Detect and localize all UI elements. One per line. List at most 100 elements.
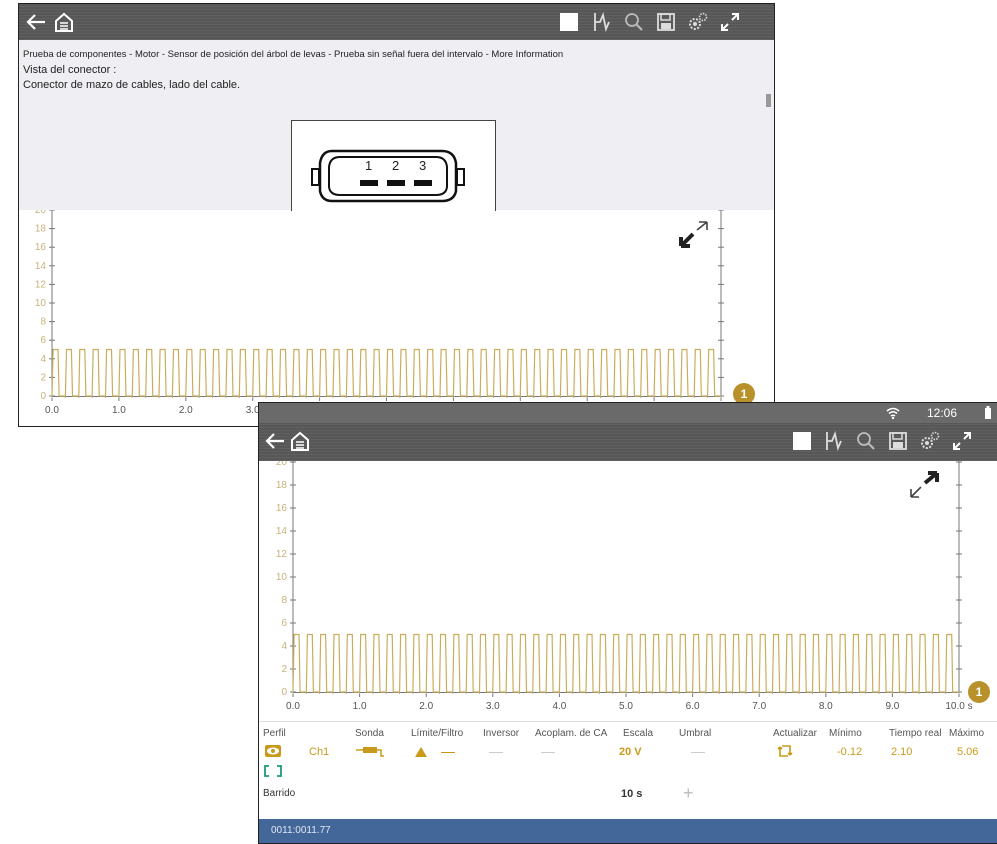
top-toolbar bbox=[19, 4, 774, 40]
header-acoplam-ca: Acoplam. de CA bbox=[535, 728, 608, 739]
wifi-icon bbox=[886, 406, 900, 423]
bottom-panel: 12:06 0 2 4 6 8 10 12 14 16 18 20 0.0 1.0 2 bbox=[258, 402, 997, 844]
expand-icon[interactable] bbox=[907, 471, 941, 506]
cursor-marker-label: 1 bbox=[740, 387, 748, 401]
bottom-x-tick-label: 6.0 bbox=[686, 701, 700, 712]
fullscreen-icon[interactable] bbox=[717, 9, 743, 35]
sweep-value[interactable]: 10 s bbox=[621, 788, 642, 800]
status-bar: 12:06 bbox=[259, 403, 997, 423]
bottom-y-tick-label: 18 bbox=[276, 480, 288, 491]
cursor-marker-label: 1 bbox=[975, 685, 983, 699]
cursor-marker[interactable]: 1 bbox=[968, 681, 990, 703]
trace-bracket-icon[interactable] bbox=[264, 764, 282, 782]
bottom-x-tick-label: 7.0 bbox=[752, 701, 766, 712]
filter-icon[interactable] bbox=[414, 745, 428, 763]
connector-view-label: Vista del conector : bbox=[23, 64, 117, 76]
bottom-y-tick-label: 20 bbox=[276, 461, 288, 468]
save-icon[interactable] bbox=[653, 9, 679, 35]
zoom-icon[interactable] bbox=[621, 9, 647, 35]
scale-value[interactable]: 20 V bbox=[619, 746, 642, 758]
refresh-icon[interactable] bbox=[777, 743, 793, 764]
footer-bar: 0011:0011.77 bbox=[259, 819, 997, 843]
pin-3-label: 3 bbox=[419, 158, 427, 173]
battery-icon bbox=[983, 406, 993, 423]
probe-icon[interactable] bbox=[355, 744, 385, 763]
connector-diagram: 1 2 3 bbox=[291, 120, 496, 211]
top-signal-trace bbox=[51, 348, 721, 397]
status-time: 12:06 bbox=[927, 406, 958, 420]
bottom-y-tick-label: 16 bbox=[276, 503, 288, 514]
realtime-value: 2.10 bbox=[891, 746, 913, 758]
ac-coupling-dash[interactable] bbox=[541, 752, 555, 753]
home-icon[interactable] bbox=[287, 428, 313, 454]
top-y-tick-label: 20 bbox=[35, 210, 47, 216]
bottom-x-tick-label: 4.0 bbox=[552, 701, 566, 712]
header-perfil: Perfil bbox=[263, 728, 286, 739]
bottom-x-tick-label: 9.0 bbox=[885, 701, 899, 712]
sweep-label: Barrido bbox=[263, 788, 296, 799]
inverter-dash[interactable] bbox=[489, 752, 503, 753]
header-sonda: Sonda bbox=[355, 728, 384, 739]
footer-text: 0011:0011.77 bbox=[271, 825, 331, 836]
bottom-toolbar bbox=[259, 423, 997, 461]
bottom-scope-chart[interactable]: 0 2 4 6 8 10 12 14 16 18 20 0.0 1.0 2.0 3.0 4.0 5.0 6.0 7.… bbox=[259, 457, 997, 721]
top-y-tick-label: 0 bbox=[40, 391, 46, 402]
top-x-tick-label: 2.0 bbox=[179, 405, 193, 416]
trigger-icon[interactable] bbox=[589, 9, 615, 35]
top-panel: Prueba de componentes - Motor - Sensor d… bbox=[18, 3, 775, 427]
bottom-signal-trace bbox=[292, 633, 959, 693]
stop-icon[interactable] bbox=[789, 428, 815, 454]
expand-icon[interactable] bbox=[677, 220, 711, 255]
top-y-tick-label: 10 bbox=[35, 298, 47, 309]
bottom-y-tick-label: 10 bbox=[276, 572, 288, 583]
top-chart[interactable]: 024681012141618200.01.02.03.04.05.06.07.… bbox=[19, 205, 774, 426]
limit-dash[interactable] bbox=[441, 752, 455, 753]
minimum-value: -0.12 bbox=[837, 746, 863, 758]
back-arrow-icon[interactable] bbox=[262, 428, 288, 454]
pin-2-label: 2 bbox=[392, 158, 400, 173]
stop-icon[interactable] bbox=[556, 9, 582, 35]
bottom-y-tick-label: 0 bbox=[281, 687, 287, 698]
bottom-x-tick-label: 10.0 s bbox=[945, 701, 972, 712]
top-y-tick-label: 14 bbox=[35, 261, 47, 272]
top-y-tick-label: 12 bbox=[35, 279, 47, 290]
header-escala: Escala bbox=[623, 728, 654, 739]
top-y-tick-label: 16 bbox=[35, 242, 47, 253]
header-actualizar: Actualizar bbox=[773, 728, 817, 739]
home-icon[interactable] bbox=[51, 9, 77, 35]
threshold-dash[interactable] bbox=[691, 752, 705, 753]
fullscreen-icon[interactable] bbox=[949, 428, 975, 454]
settings-icon[interactable] bbox=[685, 9, 711, 35]
scrollbar[interactable] bbox=[766, 94, 771, 107]
info-panel: Prueba de componentes - Motor - Sensor d… bbox=[19, 40, 774, 211]
bottom-y-tick-label: 12 bbox=[276, 549, 288, 560]
breadcrumb[interactable]: Prueba de componentes - Motor - Sensor d… bbox=[23, 49, 563, 60]
header-umbral: Umbral bbox=[679, 728, 712, 739]
save-icon[interactable] bbox=[885, 428, 911, 454]
add-icon[interactable]: + bbox=[683, 784, 694, 802]
header-tiempo-real: Tiempo real bbox=[889, 728, 942, 739]
settings-icon[interactable] bbox=[917, 428, 943, 454]
eye-icon[interactable] bbox=[264, 744, 282, 763]
bottom-x-tick-label: 3.0 bbox=[486, 701, 500, 712]
trigger-icon[interactable] bbox=[821, 428, 847, 454]
channel-label[interactable]: Ch1 bbox=[309, 746, 329, 758]
bottom-x-tick-label: 0.0 bbox=[286, 701, 300, 712]
bottom-y-tick-label: 8 bbox=[281, 595, 287, 606]
top-y-tick-label: 18 bbox=[35, 224, 47, 235]
bottom-y-tick-label: 2 bbox=[281, 664, 287, 675]
header-limite-filtro: Límite/Filtro bbox=[411, 728, 464, 739]
top-y-tick-label: 8 bbox=[40, 317, 46, 328]
header-inversor: Inversor bbox=[483, 728, 520, 739]
zoom-icon[interactable] bbox=[853, 428, 879, 454]
top-x-tick-label: 0.0 bbox=[45, 405, 59, 416]
bottom-chart[interactable]: 0 2 4 6 8 10 12 14 16 18 20 0.0 1.0 2.0 3.0 4.0 5.0 6.0 7.… bbox=[259, 457, 997, 721]
top-x-tick-label: 1.0 bbox=[112, 405, 126, 416]
back-arrow-icon[interactable] bbox=[23, 9, 49, 35]
header-minimo: Mínimo bbox=[829, 728, 862, 739]
bottom-y-tick-label: 6 bbox=[281, 618, 287, 629]
control-strip: Perfil Sonda Límite/Filtro Inversor Acop… bbox=[259, 721, 997, 822]
top-y-tick-label: 6 bbox=[40, 335, 46, 346]
top-scope-chart[interactable]: 024681012141618200.01.02.03.04.05.06.07.… bbox=[19, 205, 774, 426]
bottom-y-tick-label: 4 bbox=[281, 641, 287, 652]
